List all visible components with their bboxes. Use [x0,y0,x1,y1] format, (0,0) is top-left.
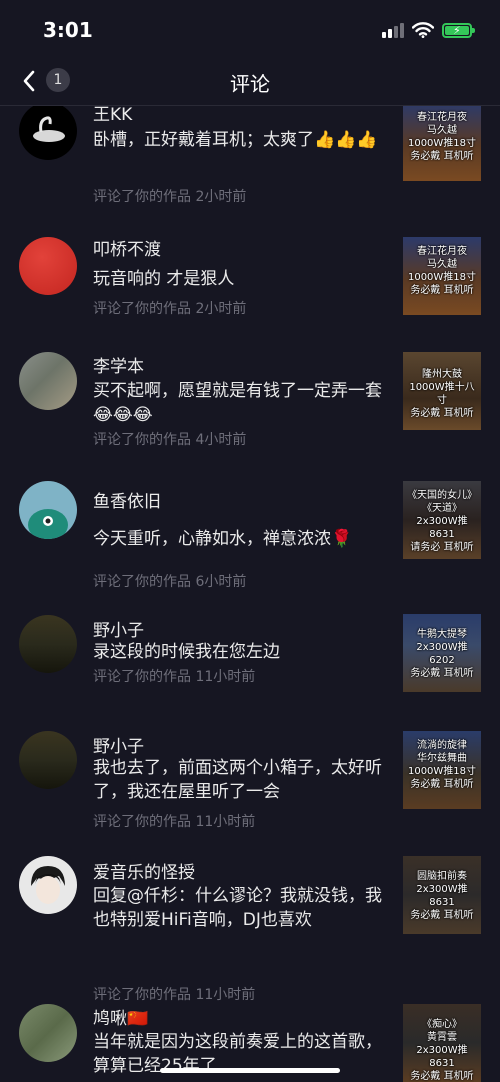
comment-text: 回复@仟杉：什么谬论？我就没钱，我也特别爱HiFi音响，DJ也喜欢 [93,886,382,930]
thumbnail-caption: 《天国的女儿》 《天道》 2x300W推8631 请务必 耳机听 [407,490,477,553]
thumbnail-caption: 春江花月夜 马久越 1000W推18寸 务必戴 耳机听 [407,246,477,296]
username[interactable]: 叩桥不渡 [93,235,161,260]
avatar[interactable] [19,1004,77,1062]
avatar[interactable] [19,106,77,160]
page-title: 评论 [230,72,270,96]
comment-meta: 评论了你的作品 2小时前 [93,301,247,317]
username[interactable]: 鱼香依旧 [93,487,161,512]
avatar[interactable] [19,481,77,539]
username[interactable]: 李学本 [93,352,144,377]
avatar[interactable] [19,615,77,673]
comment-meta: 评论了你的作品 4小时前 [93,432,247,448]
video-thumbnail[interactable]: 《痴心》 黄霄雲 2x300W推8631 务必戴 耳机听 [403,1004,481,1082]
status-icons: ⚡ [382,20,475,40]
thumbnail-caption: 圆脑扣前奏 2x300W推8631 务必戴 耳机听 [410,871,474,921]
username[interactable]: 鸠啾🇨🇳 [93,1004,148,1029]
comment-text: 卧槽，正好戴着耳机；太爽了👍👍👍 [93,130,378,150]
username[interactable]: 野小子 [93,616,144,641]
status-time: 3:01 [43,18,93,42]
comment-text: 玩音响的 才是狠人 [93,269,235,289]
thumbnail-caption: 春江花月夜 马久越 1000W推18寸 务必戴 耳机听 [407,112,477,162]
comment-text: 我也去了，前面这两个小箱子，太好听了，我还在屋里听了一会 [93,758,382,802]
thumbnail-caption: 隆州大鼓 1000W推十八寸 务必戴 耳机听 [409,369,475,419]
comment-text: 录这段的时候我在您左边 [93,642,280,662]
video-thumbnail[interactable]: 流淌的旋律 华尔兹舞曲 1000W推18寸 务必戴 耳机听 [403,731,481,809]
comment-text: 买不起啊，愿望就是有钱了一定弄一套😂😂😂 [93,381,382,425]
avatar[interactable] [19,731,77,789]
video-thumbnail[interactable]: 春江花月夜 马久越 1000W推18寸 务必戴 耳机听 [403,237,481,315]
status-bar: 3:01 ⚡ [0,0,500,58]
video-thumbnail[interactable]: 《天国的女儿》 《天道》 2x300W推8631 请务必 耳机听 [403,481,481,559]
comment-meta: 评论了你的作品 11小时前 [93,814,256,830]
video-thumbnail[interactable]: 圆脑扣前奏 2x300W推8631 务必戴 耳机听 [403,856,481,934]
battery-charging-icon: ⚡ [442,22,475,38]
comment-text: 今天重听，心静如水，禅意浓浓🌹 [93,529,353,549]
cellular-signal-icon [382,22,404,38]
username[interactable]: 王KK [93,106,132,125]
comment-meta: 评论了你的作品 11小时前 [93,669,256,685]
wifi-icon [412,22,434,38]
avatar[interactable] [19,352,77,410]
avatar[interactable] [19,856,77,914]
thumbnail-caption: 《痴心》 黄霄雲 2x300W推8631 务必戴 耳机听 [410,1019,474,1082]
comment-meta: 评论了你的作品 11小时前 [93,987,256,1003]
thumbnail-caption: 流淌的旋律 华尔兹舞曲 1000W推18寸 务必戴 耳机听 [407,740,477,790]
thumbnail-caption: 牛鹅大提琴 2x300W推6202 务必戴 耳机听 [410,629,474,679]
comment-list: 王KK 卧槽，正好戴着耳机；太爽了👍👍👍 评论了你的作品 2小时前 春江花月夜 … [0,106,500,1082]
username[interactable]: 野小子 [93,732,144,757]
video-thumbnail[interactable]: 牛鹅大提琴 2x300W推6202 务必戴 耳机听 [403,614,481,692]
comment-meta: 评论了你的作品 2小时前 [93,189,247,205]
video-thumbnail[interactable]: 春江花月夜 马久越 1000W推18寸 务必戴 耳机听 [403,106,481,181]
video-thumbnail[interactable]: 隆州大鼓 1000W推十八寸 务必戴 耳机听 [403,352,481,430]
avatar[interactable] [19,237,77,295]
username[interactable]: 爱音乐的怪授 [93,858,195,883]
nav-bar: 1 评论 [0,58,500,106]
home-indicator[interactable] [160,1068,340,1073]
comment-meta: 评论了你的作品 6小时前 [93,574,247,590]
